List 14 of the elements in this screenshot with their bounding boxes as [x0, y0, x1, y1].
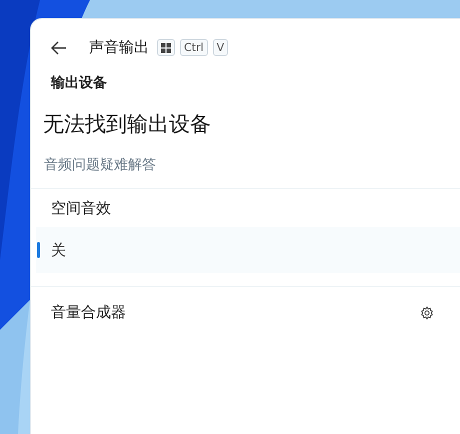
back-button[interactable]	[51, 40, 67, 54]
shortcut-key: V	[212, 39, 228, 56]
setting-label: 音量合成器	[51, 303, 126, 322]
selection-indicator	[37, 242, 40, 258]
shortcut-key: Ctrl	[180, 39, 208, 56]
windows-key-icon	[157, 39, 175, 56]
status-message: 无法找到输出设备	[43, 111, 212, 138]
item-label: 关	[51, 240, 66, 260]
list-item[interactable]: 关	[36, 227, 460, 273]
settings-icon[interactable]	[420, 306, 434, 320]
section-heading: 输出设备	[51, 74, 108, 92]
troubleshoot-link[interactable]: 音频问题疑难解答	[44, 156, 156, 174]
section-heading: 空间音效	[51, 199, 112, 218]
page-title: 声音输出	[89, 38, 149, 57]
